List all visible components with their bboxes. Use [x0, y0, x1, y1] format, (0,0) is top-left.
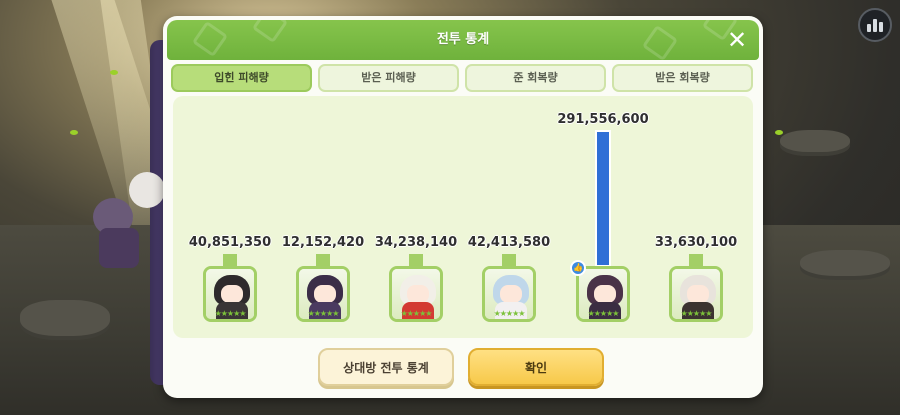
close-icon[interactable]: ✕	[723, 26, 751, 54]
background-stone	[20, 300, 110, 340]
opponent-stats-button[interactable]: 상대방 전투 통계	[318, 348, 454, 386]
chart-bar-3	[409, 254, 423, 266]
tab-damage-dealt[interactable]: 입힌 피해량	[171, 64, 312, 92]
star-rating-icon: ★★★★★	[493, 309, 526, 318]
character-portrait-4[interactable]: ★★★★★	[482, 266, 536, 322]
damage-chart: 40,851,350 ★★★★★ 12,152,420 ★★★★★ 34,238,140…	[173, 96, 753, 338]
chart-value-label-6: 33,630,100	[654, 235, 738, 250]
thumbs-up-icon: 👍	[570, 260, 586, 276]
character-portrait-3[interactable]: ★★★★★	[389, 266, 443, 322]
tab-damage-taken[interactable]: 받은 피해량	[318, 64, 459, 92]
chart-bar-5	[595, 130, 611, 267]
star-rating-icon: ★★★★★	[214, 309, 247, 318]
background-characters	[85, 170, 165, 270]
stats-tabs: 입힌 피해량 받은 피해량 준 회복량 받은 회복량	[171, 64, 755, 92]
chart-bar-1	[223, 254, 237, 266]
leaf-particle	[110, 70, 118, 75]
background-stone	[800, 250, 890, 280]
character-portrait-2[interactable]: ★★★★★	[296, 266, 350, 322]
chart-bar-4	[502, 254, 516, 266]
battle-stats-dialog: 전투 통계 ✕ 입힌 피해량 받은 피해량 준 회복량 받은 회복량 40,85…	[163, 16, 763, 398]
background-stone	[780, 130, 850, 156]
character-portrait-5[interactable]: ★★★★★	[576, 266, 630, 322]
character-portrait-1[interactable]: ★★★★★	[203, 266, 257, 322]
star-rating-icon: ★★★★★	[400, 309, 433, 318]
chart-bar-6	[689, 254, 703, 266]
dialog-header: 전투 통계 ✕	[167, 20, 759, 60]
tab-healing-given[interactable]: 준 회복량	[465, 64, 606, 92]
leaf-particle	[775, 130, 783, 135]
confirm-button[interactable]: 확인	[468, 348, 604, 386]
leaf-particle	[70, 130, 78, 135]
dialog-title: 전투 통계	[436, 32, 490, 47]
tab-healing-received[interactable]: 받은 회복량	[612, 64, 753, 92]
character-portrait-6[interactable]: ★★★★★	[669, 266, 723, 322]
chart-value-label-5: 291,556,600	[557, 112, 649, 127]
damage-chart-svg	[223, 130, 703, 267]
chart-value-label-4: 42,413,580	[467, 235, 551, 250]
stats-icon[interactable]	[858, 8, 892, 42]
chart-bar-2	[316, 254, 330, 266]
star-rating-icon: ★★★★★	[307, 309, 340, 318]
star-rating-icon: ★★★★★	[587, 309, 620, 318]
star-rating-icon: ★★★★★	[680, 309, 713, 318]
